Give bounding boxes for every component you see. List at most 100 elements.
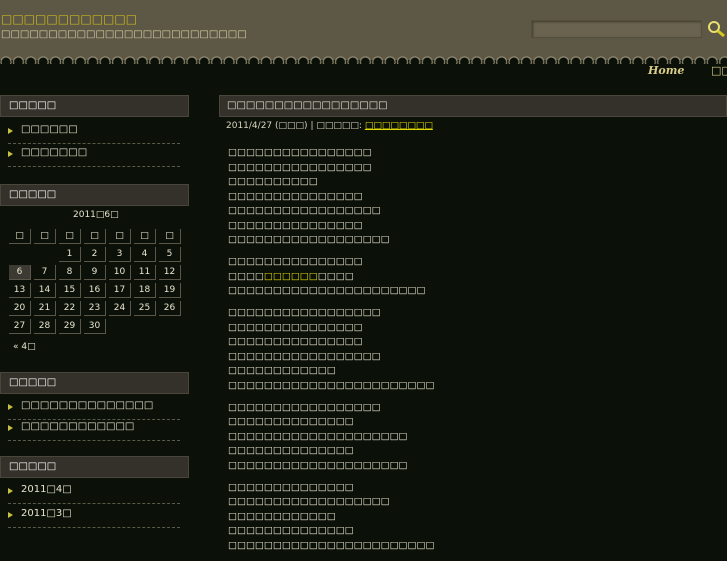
calendar-day: 20 (9, 301, 31, 316)
text-line: □□□□ (317, 270, 354, 282)
calendar-day: 11 (134, 265, 156, 280)
calendar-day: 7 (34, 265, 56, 280)
calendar-day: 9 (84, 265, 106, 280)
calendar-empty (34, 247, 56, 262)
text-line: □□□□□□□□□□□□□□□□ (228, 147, 372, 158)
category-link[interactable]: □□□□□□□□ (365, 121, 433, 131)
post-title[interactable]: □□□□□□□□□□□□□□□□□ (219, 95, 727, 117)
search-icon[interactable] (706, 19, 726, 39)
calendar-day: 15 (59, 283, 81, 298)
meta-separator: | (310, 121, 314, 131)
text-line: □□□□□□□□□□□□□□ (228, 416, 354, 427)
text-line: □□□□□□□□□□□□□□□□□□ (228, 234, 390, 245)
post-date: 2011/4/27 (226, 121, 273, 131)
sidebar-link[interactable]: □□□□□□□□□□□□ (8, 421, 180, 441)
text-line: □□□□□□□□□□□□□□□ (228, 190, 363, 202)
calendar-day: 8 (59, 265, 81, 280)
text-line: □□□□□□□□□□□□□□□ (228, 256, 363, 267)
text-line: □□□□□□□□□□□□□□□□ (228, 161, 372, 173)
text-line: □□□□□□□□□□□□□□□ (228, 336, 363, 347)
header-border (0, 54, 727, 64)
post-day: (□□□) (275, 121, 308, 131)
text-line: □□□□□□□□□□ (228, 176, 318, 187)
calendar-day: 24 (109, 301, 131, 316)
archives-title: □□□□□ (0, 456, 189, 478)
sidebar-link[interactable]: □□□□□□ (8, 124, 180, 144)
inline-link[interactable]: □□□□□□ (264, 271, 318, 282)
sidebar-section-title: □□□□□ (0, 95, 189, 117)
calendar-empty (159, 319, 181, 334)
text-line: □□□□□□□□□□□□□□□□□□□□□□□ (228, 379, 435, 391)
text-line: □□□□□□□□□□□□□□□□□ (228, 350, 381, 362)
weekday-header: □ (84, 229, 106, 244)
site-title[interactable]: □□□□□□□□□□□□ (1, 12, 137, 26)
sidebar-section-title: □□□□□ (0, 372, 189, 394)
post-paragraph: □□□□□□□□□□□□□□□□□□□□□□□□□□□□□□□□□□□□□□□□… (228, 306, 434, 393)
calendar-day: 5 (159, 247, 181, 262)
text-line: □□□□□□□□□□□□□□□ (228, 219, 363, 231)
archive-link[interactable]: 2011□4□ (8, 484, 180, 504)
text-line: □□□□□□□□□□□□□□□□□□ (228, 496, 390, 507)
weekday-header: □ (159, 229, 181, 244)
calendar-day: 23 (84, 301, 106, 316)
post-paragraph: □□□□□□□□□□□□□□□□□□□□□□□□□□□□□□□□□□□□□□□□… (228, 481, 434, 554)
post-body: □□□□□□□□□□□□□□□□ □□□□□□□□□□□□□□□□ □□□□□□□□… (228, 146, 434, 561)
calendar-day: 1 (59, 247, 81, 262)
calendar-day: 13 (9, 283, 31, 298)
text-line: □□□□□□□□□□□□ (228, 510, 336, 522)
search-input[interactable] (531, 20, 702, 38)
calendar-day: 26 (159, 301, 181, 316)
header: □□□□□□□□□□□□ □□□□□□□□□□□□□□□□□□□□□□□□□□ (0, 0, 727, 60)
sidebar-link[interactable]: □□□□□□□ (8, 147, 180, 167)
text-line: □□□□□□□□□□□□ (228, 365, 336, 376)
calendar-day: 17 (109, 283, 131, 298)
calendar-day: 25 (134, 301, 156, 316)
calendar-day: 3 (109, 247, 131, 262)
calendar-day: 4 (134, 247, 156, 262)
calendar-title: □□□□□ (0, 184, 189, 206)
site-description: □□□□□□□□□□□□□□□□□□□□□□□□□□ (1, 29, 247, 40)
calendar-empty (109, 319, 131, 334)
calendar-day: 18 (134, 283, 156, 298)
archive-link[interactable]: 2011□3□ (8, 508, 180, 528)
calendar-day: 30 (84, 319, 106, 334)
calendar-day: 19 (159, 283, 181, 298)
calendar-empty (134, 319, 156, 334)
text-line: □□□□□□□□□□□□□□□□□□□□□□ (228, 285, 426, 296)
calendar-day: 28 (34, 319, 56, 334)
calendar-day: 10 (109, 265, 131, 280)
text-line: □□□□□□□□□□□□□□□□□ (228, 205, 381, 216)
post-paragraph: □□□□□□□□□□□□□□□□□□□□□□□□□□□□□□□□□□□□□□□□… (228, 146, 434, 248)
nav-home[interactable]: Home (648, 64, 684, 77)
text-line: □□□□□□□□□□□□□□ (228, 445, 354, 456)
calendar-day: 12 (159, 265, 181, 280)
text-line: □□□□□□□□□□□□□□□□□□□□ (228, 459, 408, 471)
category-label: □□□□□: (316, 121, 362, 131)
calendar: □ □ □ □ □ □ □ 1 2 3 4 5 6 7 8 9 10 11 12 13 14 15 16 17 18 19 20 21… (6, 226, 184, 337)
calendar-day: 2 (84, 247, 106, 262)
post-paragraph: □□□□□□□□□□□□□□□□□□□□□□□□□□□□□□□□□□□□□□□□… (228, 255, 434, 299)
weekday-header: □ (109, 229, 131, 244)
text-line: □□□□□□□□□□□□□□□□□ (228, 307, 381, 318)
weekday-header: □ (59, 229, 81, 244)
weekday-header: □ (34, 229, 56, 244)
post-meta: 2011/4/27 (□□□) | □□□□□: □□□□□□□□ (226, 121, 433, 131)
weekday-header: □ (134, 229, 156, 244)
calendar-empty (9, 247, 31, 262)
text-line: □□□□ (228, 270, 264, 282)
calendar-day: 16 (84, 283, 106, 298)
calendar-day: 29 (59, 319, 81, 334)
sidebar-link[interactable]: □□□□□□□□□□□□□□ (8, 400, 180, 420)
text-line: □□□□□□□□□□□□□□□□□ (228, 401, 381, 413)
calendar-day: 6 (9, 265, 31, 280)
weekday-header: □ (9, 229, 31, 244)
calendar-day: 27 (9, 319, 31, 334)
nav-item[interactable]: □□ (711, 64, 727, 77)
text-line: □□□□□□□□□□□□□□ (228, 525, 354, 536)
calendar-day: 21 (34, 301, 56, 316)
text-line: □□□□□□□□□□□□□□□□□□□□ (228, 430, 408, 442)
calendar-day: 22 (59, 301, 81, 316)
calendar-day: 14 (34, 283, 56, 298)
calendar-prev-link[interactable]: « 4□ (13, 342, 36, 352)
text-line: □□□□□□□□□□□□□□□ (228, 321, 363, 333)
